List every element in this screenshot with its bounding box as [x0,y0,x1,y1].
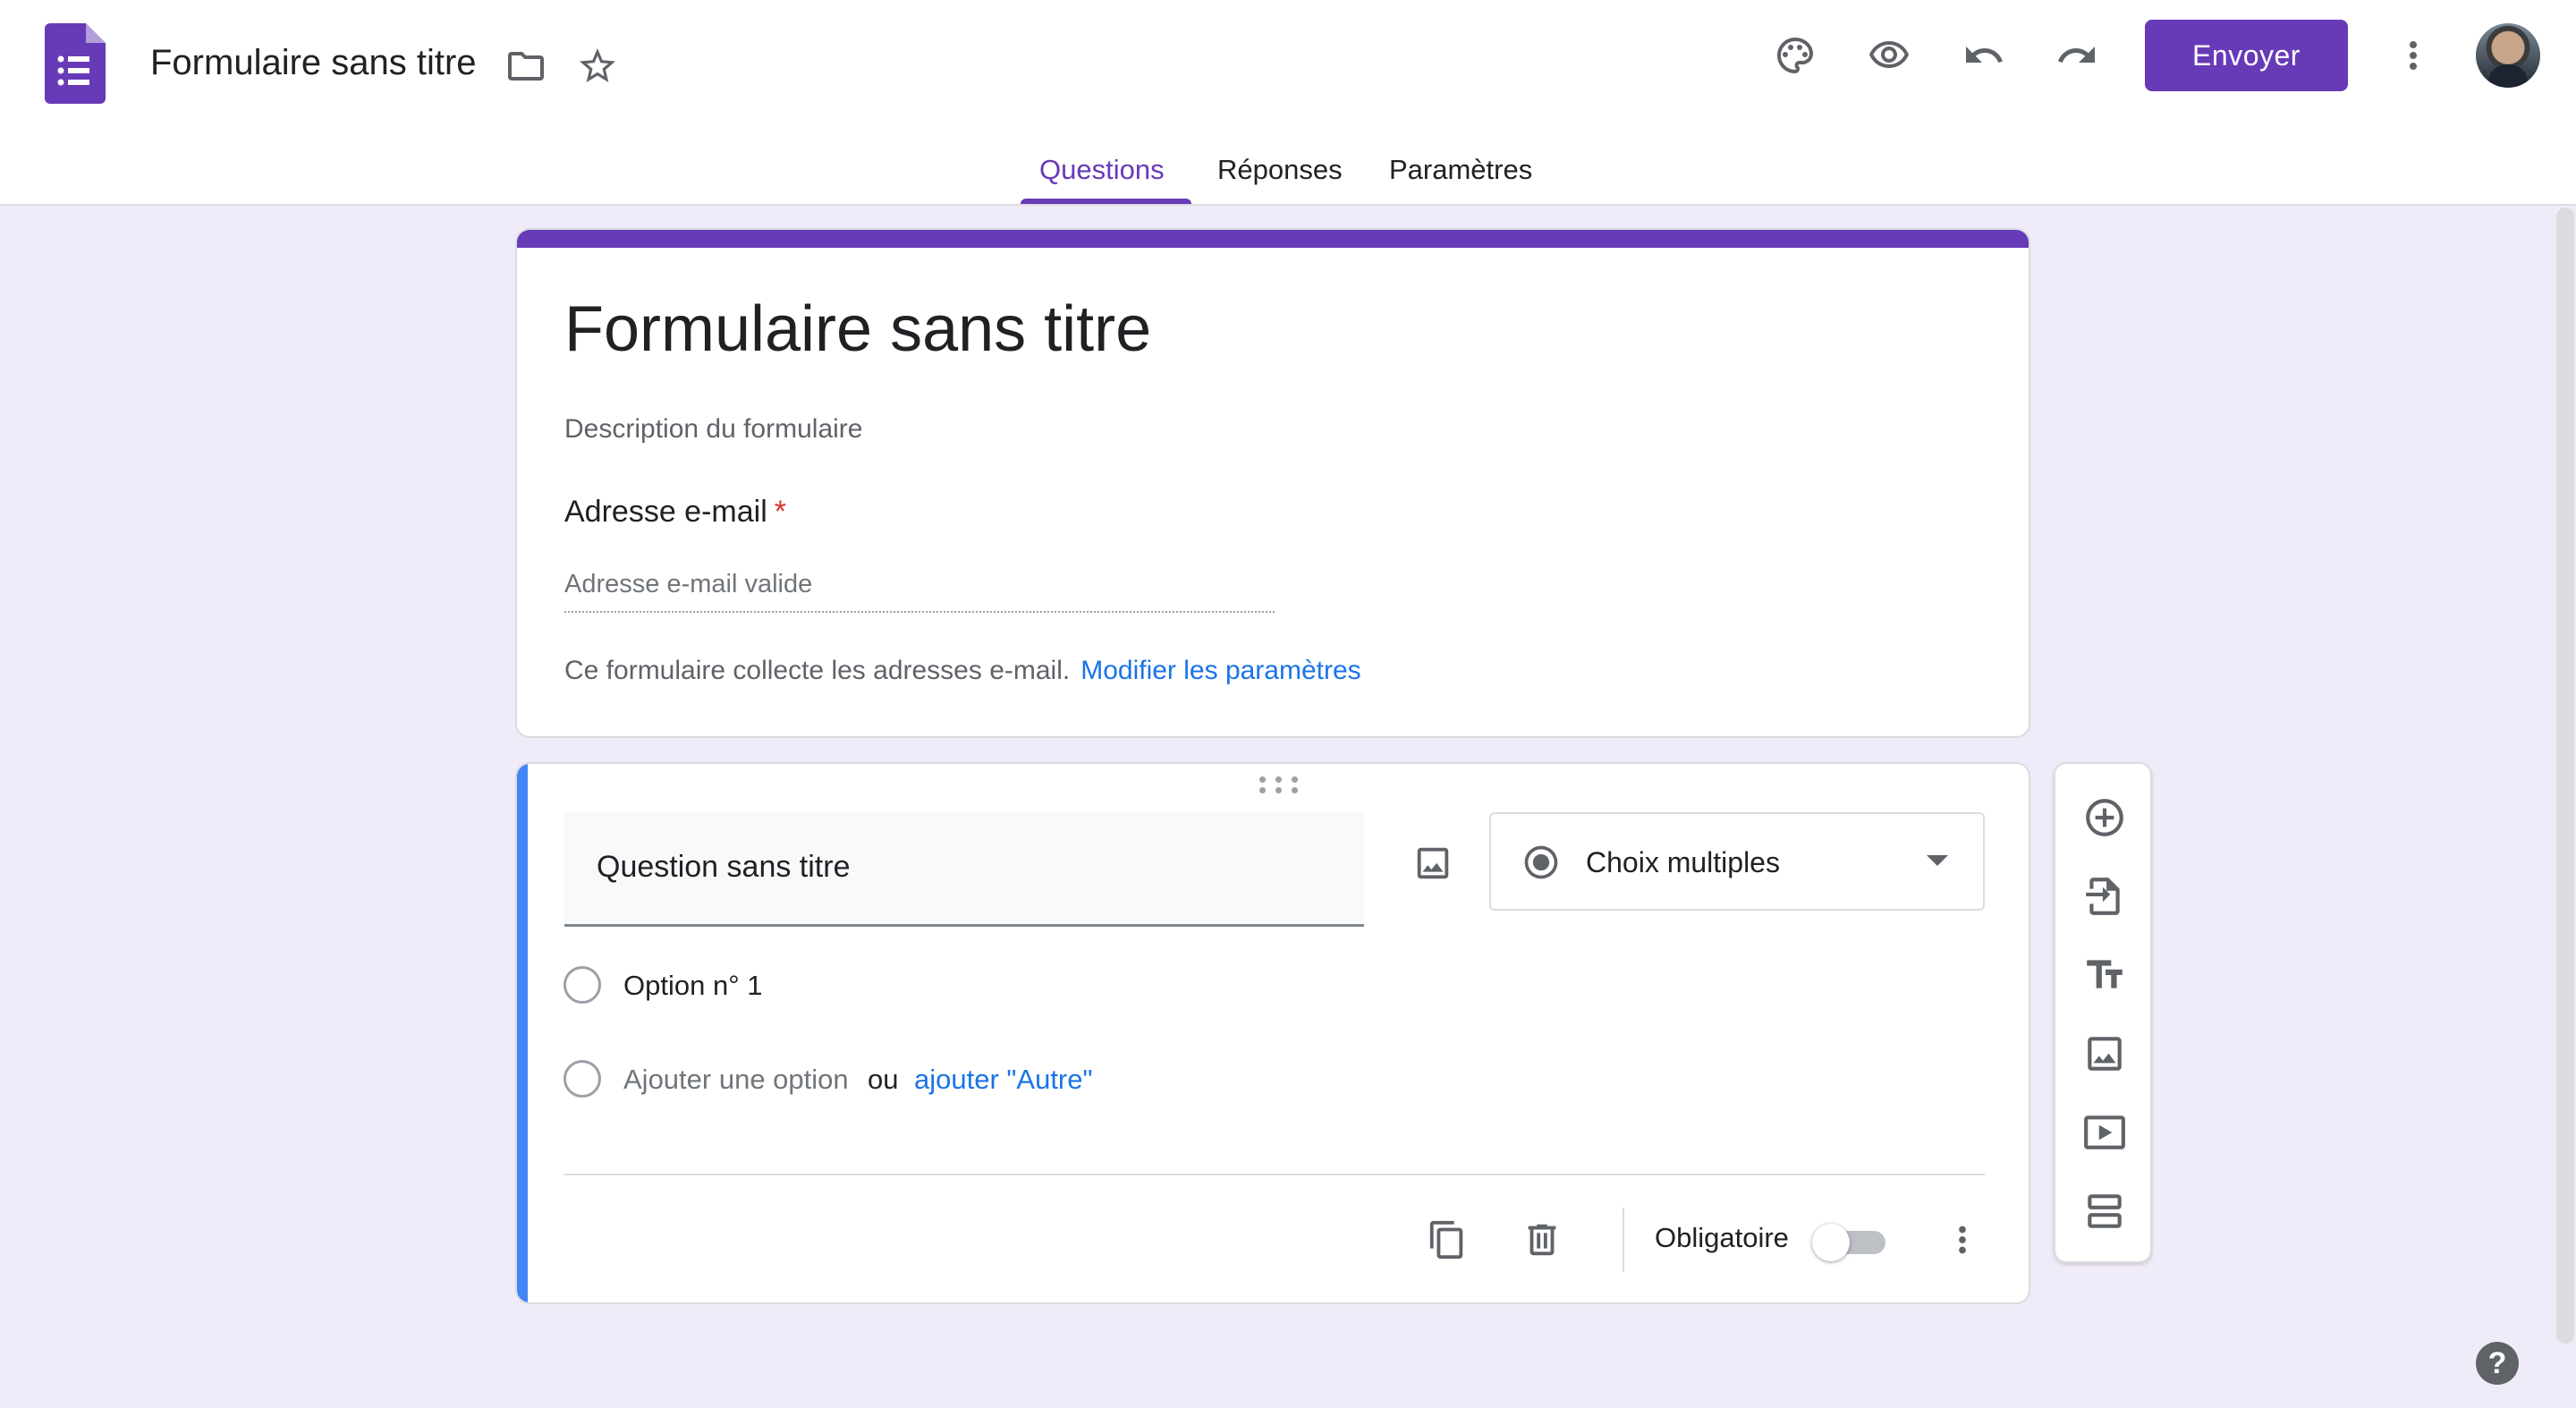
document-title[interactable]: Formulaire sans titre [150,43,477,83]
question-type-dropdown[interactable]: Choix multiples [1489,812,1985,911]
active-card-indicator [517,764,528,1302]
collect-notice-text: Ce formulaire collecte les adresses e-ma… [564,656,1071,685]
undo-icon[interactable] [1957,29,2011,82]
form-tabs: Questions Réponses Paramètres [0,134,2576,206]
add-question-icon[interactable] [2078,791,2131,844]
account-avatar[interactable] [2476,23,2540,88]
send-button[interactable]: Envoyer [2145,20,2348,91]
forms-logo-icon[interactable] [45,23,106,104]
form-description-field[interactable]: Description du formulaire [564,414,862,445]
required-asterisk: * [774,495,786,529]
palette-icon[interactable] [1768,29,1822,82]
dropdown-caret-icon [1927,855,1948,866]
email-field: Adresse e-mail valide [564,563,1275,613]
add-title-icon[interactable] [2078,948,2131,1002]
tab-questions[interactable]: Questions [1039,154,1165,186]
add-image-icon[interactable] [1402,832,1464,895]
footer-separator [1623,1208,1624,1272]
add-video-icon[interactable] [2078,1106,2131,1159]
email-collection-notice: Ce formulaire collecte les adresses e-ma… [564,656,1361,686]
question-title-input[interactable]: Question sans titre [564,812,1364,927]
email-question-label: Adresse e-mail * [564,495,786,530]
floating-toolbar [2054,762,2152,1263]
add-section-icon[interactable] [2078,1184,2131,1238]
duplicate-icon[interactable] [1419,1211,1476,1268]
radio-unchecked-icon [564,1060,601,1098]
star-icon[interactable] [571,39,624,93]
add-option-button[interactable]: Ajouter une option [623,1064,849,1096]
card-footer-divider [564,1174,1985,1175]
question-type-label: Choix multiples [1586,846,1780,878]
modify-settings-link[interactable]: Modifier les paramètres [1080,656,1360,685]
radio-unchecked-icon[interactable] [564,966,601,1004]
required-toggle[interactable] [1812,1222,1885,1261]
question-card[interactable]: Question sans titre Choix multiples Opti… [515,762,2030,1304]
radio-checked-icon [1524,845,1558,879]
folder-icon[interactable] [499,39,553,93]
app-header: Formulaire sans titre Envoyer Questions … [0,0,2576,206]
tab-settings[interactable]: Paramètres [1389,154,1532,186]
active-tab-indicator [1021,199,1191,204]
import-questions-icon[interactable] [2078,869,2131,923]
drag-handle-icon[interactable] [1258,775,1301,796]
delete-icon[interactable] [1513,1211,1571,1268]
form-title[interactable]: Formulaire sans titre [564,293,1151,366]
option-1-label[interactable]: Option n° 1 [623,970,762,1002]
redo-icon[interactable] [2050,29,2104,82]
more-options-icon[interactable] [1934,1211,1991,1268]
page-scrollbar[interactable] [2556,208,2574,1344]
email-label-text: Adresse e-mail [564,495,767,529]
help-icon[interactable]: ? [2476,1342,2519,1385]
form-header-card[interactable]: Formulaire sans titre Description du for… [515,228,2030,738]
or-separator: ou [868,1064,899,1095]
required-label: Obligatoire [1655,1222,1789,1253]
more-vert-icon[interactable] [2386,29,2440,82]
tab-responses[interactable]: Réponses [1217,154,1343,186]
preview-eye-icon[interactable] [1862,29,1916,82]
add-other-link[interactable]: ajouter "Autre" [914,1064,1093,1096]
add-image-icon[interactable] [2078,1027,2131,1081]
card-accent-bar [517,230,2029,248]
